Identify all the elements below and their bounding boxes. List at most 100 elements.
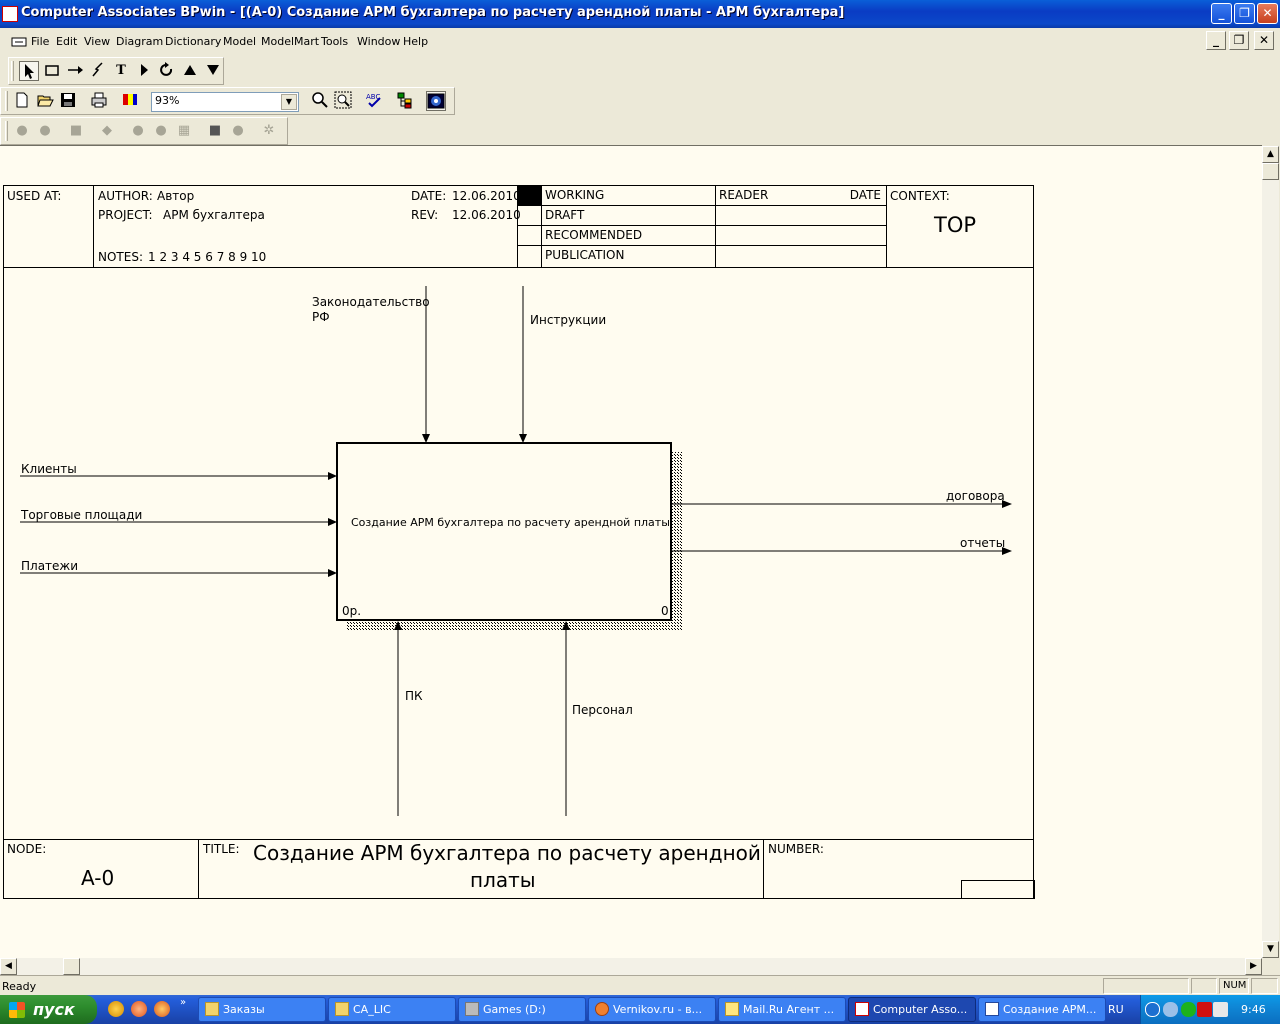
lock-icon[interactable]: ■ (66, 121, 86, 141)
go-to-child-icon[interactable] (134, 61, 154, 81)
squiggle-tool-icon[interactable] (88, 61, 108, 81)
standard-toolbar: 93% ▼ ABC (0, 87, 455, 115)
menu-window[interactable]: Window (357, 35, 400, 48)
box-tool-icon[interactable] (42, 61, 62, 81)
zoom-select[interactable]: 93% ▼ (151, 92, 299, 112)
open-folder-icon[interactable] (35, 91, 55, 111)
menu-help[interactable]: Help (403, 35, 428, 48)
scroll-left-icon[interactable]: ◀ (0, 958, 17, 975)
spell-check-icon[interactable]: ABC (364, 91, 384, 111)
maximize-button[interactable]: ❐ (1234, 3, 1255, 24)
horizontal-scroll-thumb[interactable] (63, 958, 80, 975)
mechanism-arrow[interactable] (394, 621, 402, 816)
print-icon[interactable] (89, 91, 109, 111)
scroll-down-icon[interactable]: ▼ (1262, 941, 1279, 958)
mm-merge-icon[interactable]: ● (228, 121, 248, 141)
color-palette-icon[interactable] (120, 91, 140, 111)
text-tool-icon[interactable]: T (111, 61, 131, 81)
horizontal-scrollbar[interactable]: ◀ ▶ (0, 958, 1262, 975)
control-arrow[interactable] (519, 286, 527, 443)
mm-library-icon[interactable]: ◆ (97, 121, 117, 141)
activity-cost: 0р. (342, 604, 362, 618)
start-button[interactable]: пуск (0, 995, 97, 1024)
mechanism-arrow[interactable] (562, 621, 570, 816)
menu-tools[interactable]: Tools (321, 35, 348, 48)
model-mart-icon[interactable] (426, 91, 446, 111)
doc-close-button[interactable]: ✕ (1254, 31, 1274, 50)
task-bpwin[interactable]: Computer Asso... (848, 997, 976, 1022)
new-file-icon[interactable] (12, 91, 32, 111)
mail-agent-icon[interactable] (131, 1001, 147, 1017)
chevron-down-icon[interactable]: ▼ (281, 94, 297, 110)
mechanism-label[interactable]: ПК (405, 689, 423, 703)
task-vernikov[interactable]: Vernikov.ru - в... (588, 997, 716, 1022)
go-to-parent-icon[interactable] (180, 61, 200, 81)
vertical-scrollbar[interactable]: ▲ ▼ (1262, 146, 1279, 958)
activity-number: 0 (661, 604, 669, 618)
icq-icon[interactable] (1181, 1002, 1196, 1017)
menu-edit[interactable]: Edit (56, 35, 77, 48)
tray-app-icon[interactable] (1213, 1002, 1228, 1017)
task-word-doc[interactable]: Создание АРМ... (978, 997, 1106, 1022)
scroll-right-icon[interactable]: ▶ (1245, 958, 1262, 975)
document-icon[interactable] (11, 36, 27, 48)
menu-file[interactable]: File (31, 35, 49, 48)
scroll-up-icon[interactable]: ▲ (1262, 146, 1279, 163)
status-bar: Ready NUM (0, 975, 1280, 995)
quicklaunch-more-icon[interactable]: » (180, 997, 186, 1008)
firefox-icon[interactable] (154, 1001, 170, 1017)
control-label[interactable]: Инструкции (530, 313, 606, 327)
control-arrow[interactable] (422, 286, 430, 443)
diagram-title-line2: платы (470, 868, 536, 892)
zoom-fit-icon[interactable] (333, 91, 353, 111)
task-zakazy[interactable]: Заказы (198, 997, 326, 1022)
close-button[interactable]: ✕ (1257, 3, 1278, 24)
activity-box[interactable] (336, 442, 672, 621)
mm-open-icon[interactable]: ● (128, 121, 148, 141)
menu-diagram[interactable]: Diagram (116, 35, 163, 48)
go-to-sibling-icon[interactable] (157, 61, 177, 81)
mechanism-label[interactable]: Персонал (572, 703, 633, 717)
input-label[interactable]: Платежи (21, 559, 78, 573)
save-icon[interactable] (58, 91, 78, 111)
title-bar[interactable]: Computer Associates BPwin - [(A-0) Созда… (0, 0, 1280, 28)
network-icon[interactable] (1163, 1002, 1178, 1017)
task-games-drive[interactable]: Games (D:) (458, 997, 586, 1022)
bpwin-app-icon[interactable] (2, 6, 18, 22)
tray-expand-icon[interactable] (1145, 1002, 1160, 1017)
menu-dictionary[interactable]: Dictionary (165, 35, 221, 48)
task-mail-agent[interactable]: Mail.Ru Агент ... (718, 997, 846, 1022)
menu-model[interactable]: Model (223, 35, 256, 48)
minimize-button[interactable]: _ (1211, 3, 1232, 24)
input-label[interactable]: Клиенты (21, 462, 77, 476)
mm-grid-icon[interactable]: ▦ (174, 121, 194, 141)
quicklaunch-icon[interactable] (108, 1001, 124, 1017)
output-label[interactable]: отчеты (960, 536, 1005, 550)
doc-minimize-button[interactable]: _ (1206, 31, 1226, 50)
arrow-tool-icon[interactable] (65, 61, 85, 81)
mm-disconnect-icon[interactable]: ● (35, 121, 55, 141)
input-label[interactable]: Торговые площади (21, 508, 142, 522)
control-label[interactable]: Законодательство (312, 295, 430, 309)
control-label[interactable]: РФ (312, 310, 330, 324)
antivirus-icon[interactable] (1197, 1002, 1212, 1017)
doc-restore-button[interactable]: ❐ (1229, 31, 1249, 50)
mm-report-icon[interactable]: ■ (205, 121, 225, 141)
vertical-scroll-thumb[interactable] (1262, 163, 1279, 180)
mm-connect-icon[interactable]: ● (12, 121, 32, 141)
word-icon (985, 1002, 999, 1016)
clock[interactable]: 9:46 (1241, 1003, 1266, 1016)
mm-security-icon[interactable]: ✲ (259, 121, 279, 141)
status-panel (1103, 978, 1189, 994)
pointer-tool-icon[interactable] (19, 61, 39, 81)
go-down-icon[interactable] (203, 61, 223, 81)
task-ca-lic[interactable]: CA_LIC (328, 997, 456, 1022)
menu-view[interactable]: View (84, 35, 110, 48)
language-indicator[interactable]: RU (1108, 1003, 1124, 1016)
model-explorer-icon[interactable] (395, 91, 415, 111)
output-label[interactable]: договора (946, 489, 1005, 503)
activity-name[interactable]: Создание АРМ бухгалтера по расчету аренд… (351, 516, 670, 529)
mm-save-icon[interactable]: ● (151, 121, 171, 141)
zoom-in-icon[interactable] (310, 91, 330, 111)
menu-modelmart[interactable]: ModelMart (261, 35, 319, 48)
